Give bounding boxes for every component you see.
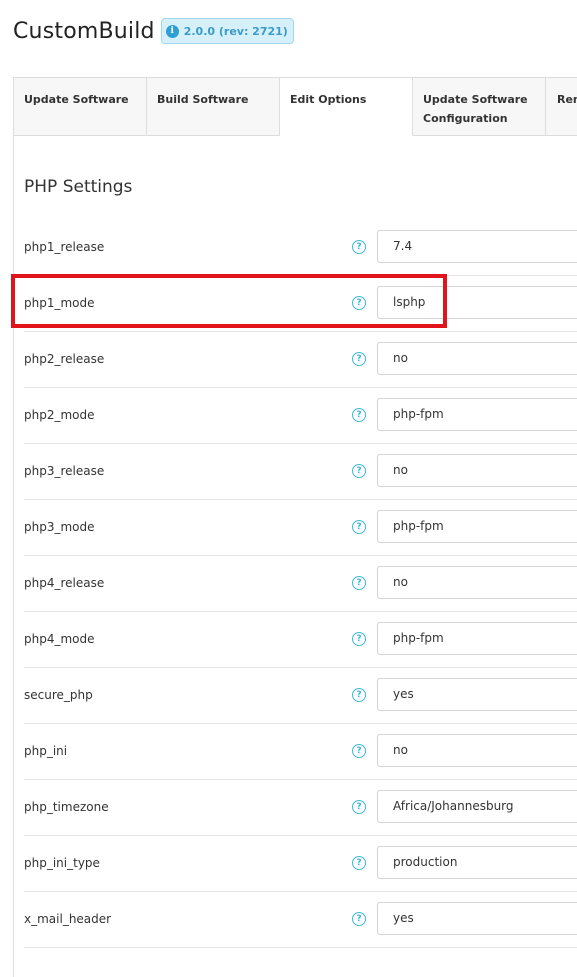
setting-row-php1-mode: php1_mode? lsphp	[24, 275, 577, 332]
tab-update-software-configuration[interactable]: Update Software Configuration	[413, 78, 546, 136]
setting-select[interactable]: 7.4	[377, 230, 577, 263]
setting-row-php1-release: php1_release? 7.4	[24, 219, 577, 276]
setting-row-php-ini-type: php_ini_type? production	[24, 835, 577, 892]
help-icon[interactable]: ?	[352, 296, 366, 310]
setting-label: php2_release	[24, 352, 105, 366]
setting-select[interactable]: no	[377, 566, 577, 599]
setting-row-x-mail-header: x_mail_header? yes	[24, 891, 577, 948]
setting-label: php3_mode	[24, 520, 95, 534]
setting-label: secure_php	[24, 688, 93, 702]
help-icon[interactable]: ?	[352, 744, 366, 758]
help-icon[interactable]: ?	[352, 912, 366, 926]
setting-label: php2_mode	[24, 408, 95, 422]
tab-build-software[interactable]: Build Software	[147, 78, 280, 136]
version-badge: i 2.0.0 (rev: 2721)	[160, 18, 294, 44]
setting-row-php4-mode: php4_mode? php-fpm	[24, 611, 577, 668]
setting-select[interactable]: lsphp	[377, 286, 577, 319]
setting-row-php3-mode: php3_mode? php-fpm	[24, 499, 577, 556]
setting-select[interactable]: php-fpm	[377, 398, 577, 431]
page-header: CustomBuild i 2.0.0 (rev: 2721)	[13, 14, 294, 48]
help-icon[interactable]: ?	[352, 240, 366, 254]
setting-select[interactable]: no	[377, 454, 577, 487]
setting-label: php_timezone	[24, 800, 109, 814]
setting-select[interactable]: yes	[377, 902, 577, 935]
setting-select[interactable]: production	[377, 846, 577, 879]
setting-label: php_ini_type	[24, 856, 100, 870]
help-icon[interactable]: ?	[352, 352, 366, 366]
setting-select[interactable]: php-fpm	[377, 622, 577, 655]
tab-update-software[interactable]: Update Software	[14, 78, 147, 136]
setting-row-php-timezone: php_timezone? Africa/Johannesburg	[24, 779, 577, 836]
help-icon[interactable]: ?	[352, 800, 366, 814]
setting-select[interactable]: no	[377, 342, 577, 375]
tab-edit-options[interactable]: Edit Options	[280, 78, 413, 136]
info-icon: i	[165, 24, 179, 38]
setting-label: php_ini	[24, 744, 68, 758]
version-text: 2.0.0 (rev: 2721)	[183, 24, 288, 38]
setting-label: x_mail_header	[24, 912, 112, 926]
custombuild-panel: Update Software Build Software Edit Opti…	[13, 77, 577, 977]
help-icon[interactable]: ?	[352, 520, 366, 534]
section-title: PHP Settings	[24, 177, 133, 197]
help-icon[interactable]: ?	[352, 856, 366, 870]
setting-row-php-ini: php_ini? no	[24, 723, 577, 780]
tab-rem[interactable]: Rem	[546, 78, 577, 136]
help-icon[interactable]: ?	[352, 464, 366, 478]
setting-label: php3_release	[24, 464, 105, 478]
setting-row-php2-mode: php2_mode? php-fpm	[24, 387, 577, 444]
setting-select[interactable]: Africa/Johannesburg	[377, 790, 577, 823]
setting-select[interactable]: yes	[377, 678, 577, 711]
setting-row-php3-release: php3_release? no	[24, 443, 577, 500]
setting-label: php4_mode	[24, 632, 95, 646]
tab-bar: Update Software Build Software Edit Opti…	[14, 77, 577, 137]
setting-row-secure-php: secure_php? yes	[24, 667, 577, 724]
setting-label: php4_release	[24, 576, 105, 590]
setting-label: php1_mode	[24, 296, 95, 310]
help-icon[interactable]: ?	[352, 576, 366, 590]
setting-row-php2-release: php2_release? no	[24, 331, 577, 388]
help-icon[interactable]: ?	[352, 408, 366, 422]
setting-row-php4-release: php4_release? no	[24, 555, 577, 612]
setting-select[interactable]: no	[377, 734, 577, 767]
help-icon[interactable]: ?	[352, 688, 366, 702]
page-title: CustomBuild	[13, 18, 155, 44]
help-icon[interactable]: ?	[352, 632, 366, 646]
setting-select[interactable]: php-fpm	[377, 510, 577, 543]
setting-label: php1_release	[24, 240, 105, 254]
